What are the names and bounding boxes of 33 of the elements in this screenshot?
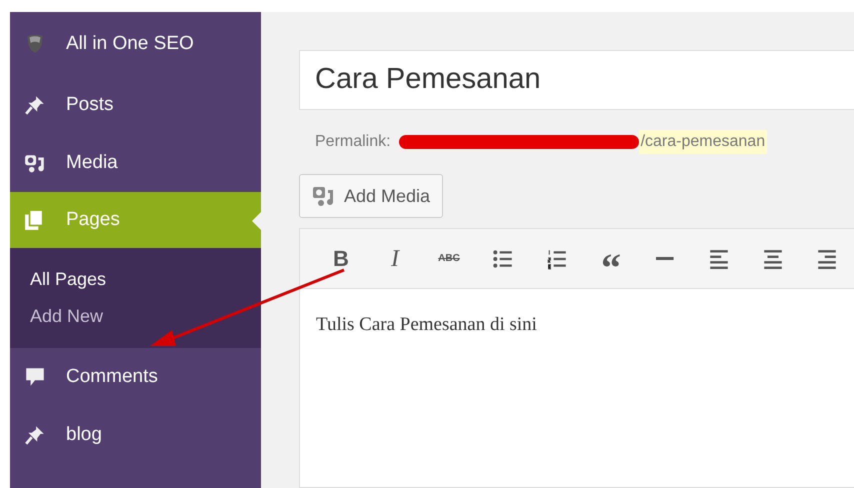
menu-label: Media bbox=[66, 150, 118, 175]
pin-icon bbox=[24, 94, 46, 116]
menu-label: blog bbox=[66, 422, 102, 447]
align-left-icon bbox=[708, 248, 730, 270]
quote-button[interactable]: “ bbox=[584, 238, 638, 278]
comment-icon bbox=[24, 366, 46, 388]
permalink-link[interactable]: /cara-pemesanan bbox=[638, 130, 768, 154]
title-text: Cara Pemesanan bbox=[315, 62, 541, 98]
horizontal-line-icon bbox=[656, 256, 674, 260]
title-field[interactable]: Cara Pemesanan bbox=[299, 50, 854, 110]
menu-label: Pages bbox=[66, 208, 120, 232]
submenu-item[interactable]: All Pages bbox=[30, 266, 261, 293]
align-right-icon bbox=[816, 248, 838, 270]
menu-item[interactable]: blog bbox=[10, 406, 261, 464]
bold-button[interactable]: B bbox=[314, 238, 368, 278]
pin-icon bbox=[24, 424, 46, 446]
italic-button[interactable]: I bbox=[368, 238, 422, 278]
menu-item[interactable]: Media bbox=[10, 134, 261, 192]
menu-item[interactable]: Posts bbox=[10, 76, 261, 134]
permalink-label: Permalink: bbox=[315, 132, 391, 152]
editor-text: Tulis Cara Pemesanan di sini bbox=[316, 314, 537, 335]
menu-label: Posts bbox=[66, 92, 114, 117]
numbered-list-icon bbox=[546, 248, 568, 270]
media-icon bbox=[312, 184, 336, 208]
submenu-item[interactable]: Add New bbox=[30, 303, 261, 330]
add-media-button[interactable]: Add Media bbox=[299, 174, 444, 218]
menu-item[interactable]: All in One SEO bbox=[10, 12, 261, 76]
bullet-list-icon bbox=[492, 248, 514, 270]
menu-label: All in One SEO bbox=[66, 32, 194, 56]
strikethrough-button[interactable]: ABC bbox=[422, 238, 476, 278]
align-center-icon bbox=[762, 248, 784, 270]
menu-label: Comments bbox=[66, 364, 158, 389]
menu-item[interactable]: Comments bbox=[10, 348, 261, 406]
